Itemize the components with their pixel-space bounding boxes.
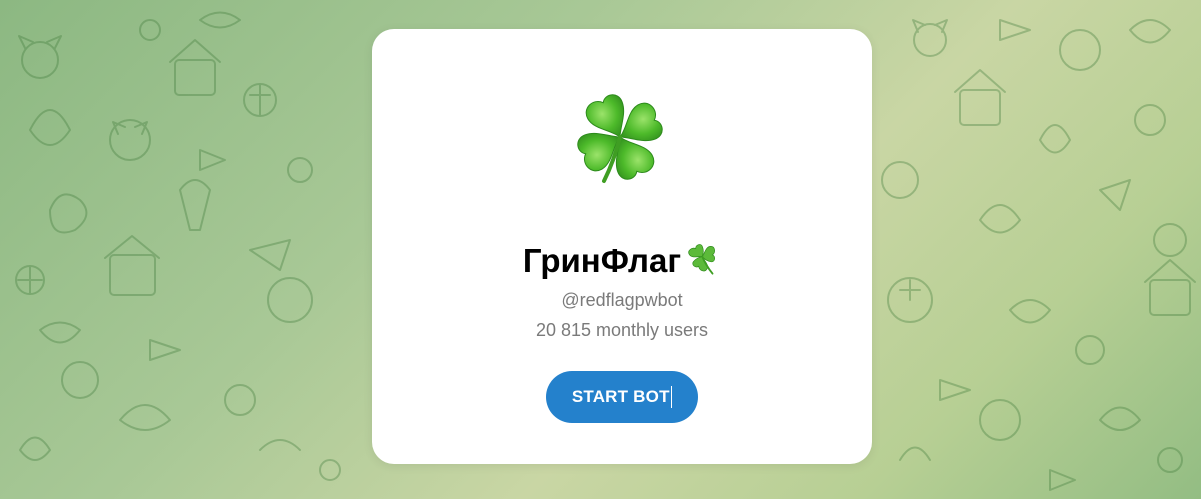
four-leaf-clover-icon bbox=[577, 94, 663, 183]
shamrock-icon bbox=[688, 244, 716, 275]
text-cursor bbox=[670, 386, 673, 408]
bot-title-row: ГринФлаг bbox=[372, 241, 872, 281]
start-bot-button[interactable]: START BOT bbox=[546, 371, 698, 423]
monthly-users-count: 20 815 monthly users bbox=[535, 320, 709, 340]
start-bot-label: START BOT bbox=[571, 387, 670, 406]
bot-preview-card: ГринФлаг @redflagpwbot 20 815 monthly us… bbox=[372, 29, 872, 464]
bot-name: ГринФлаг bbox=[522, 242, 682, 279]
bot-handle: @redflagpwbot bbox=[561, 290, 683, 310]
